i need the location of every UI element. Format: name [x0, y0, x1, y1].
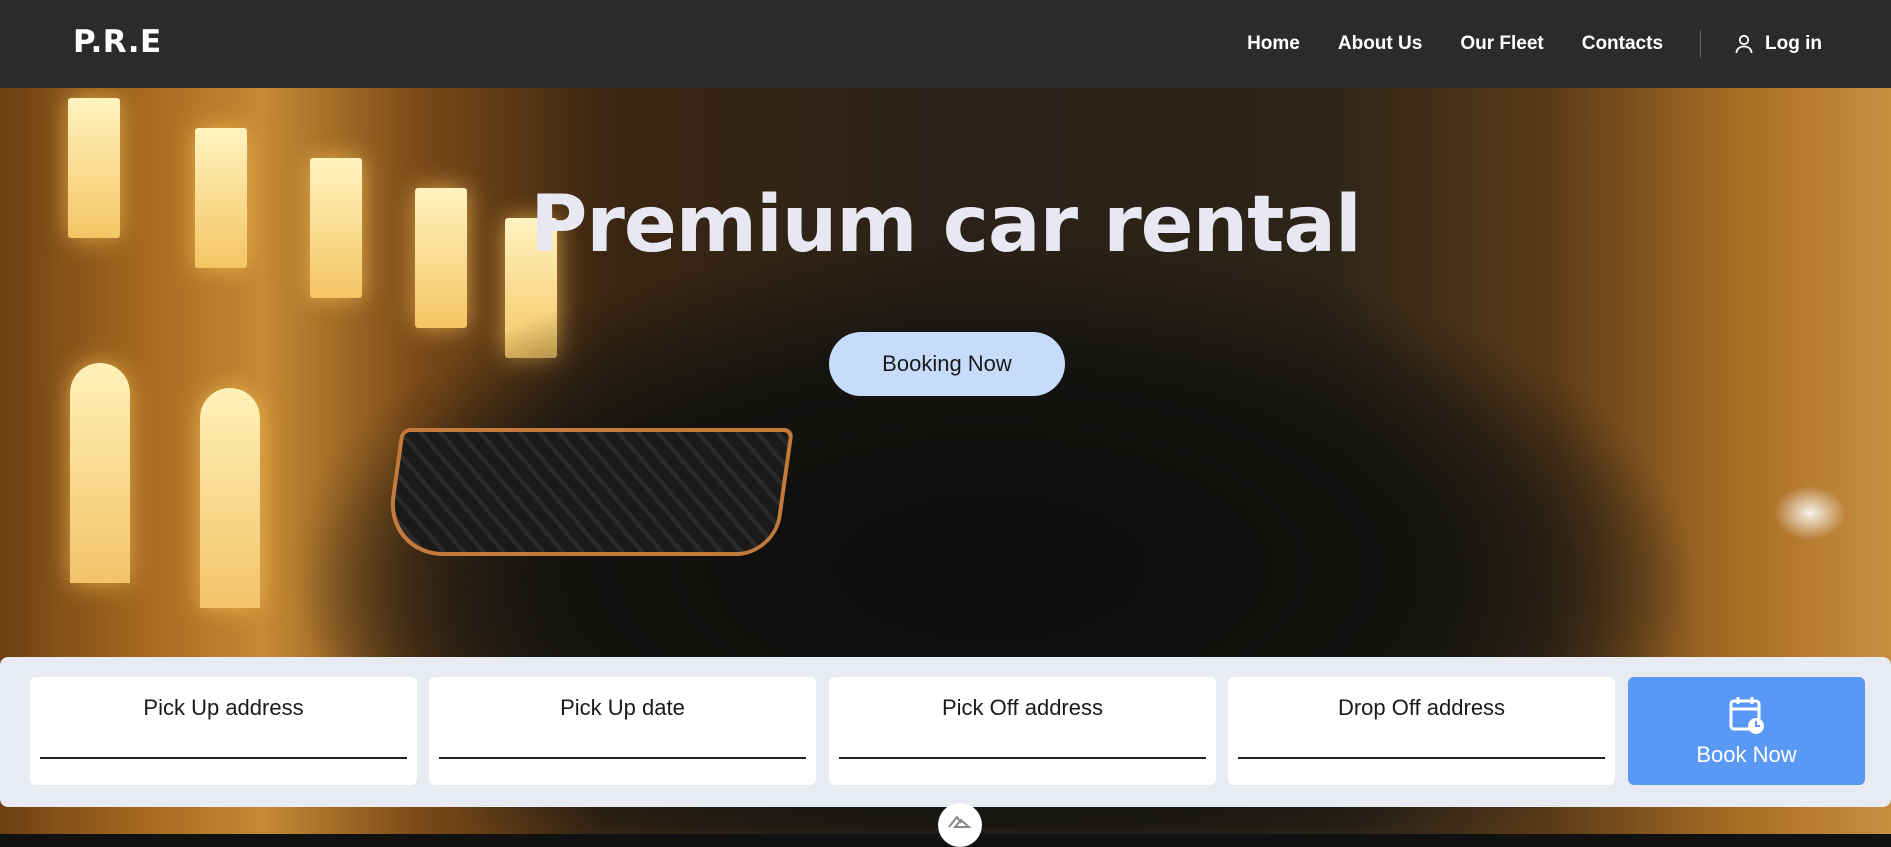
- nav-about-us[interactable]: About Us: [1338, 33, 1422, 55]
- car-grille-decoration: [383, 428, 794, 556]
- field-underline: [1238, 757, 1605, 759]
- nav-home[interactable]: Home: [1247, 33, 1300, 55]
- nav-divider: [1700, 30, 1702, 58]
- scroll-to-top-button[interactable]: [938, 803, 982, 847]
- book-now-button[interactable]: Book Now: [1628, 677, 1865, 785]
- booking-now-button[interactable]: Booking Now: [829, 332, 1065, 396]
- pickoff-address-label: Pick Off address: [942, 695, 1103, 720]
- pickup-address-field[interactable]: Pick Up address: [30, 677, 417, 785]
- pickup-date-label: Pick Up date: [560, 695, 685, 720]
- field-underline: [839, 757, 1206, 759]
- login-link[interactable]: Log in: [1735, 33, 1822, 55]
- user-icon: [1735, 34, 1753, 54]
- main-nav: Home About Us Our Fleet Contacts Log in: [1247, 0, 1822, 88]
- site-logo[interactable]: P.R.E: [73, 24, 162, 60]
- booking-bar: Pick Up address Pick Up date Pick Off ad…: [0, 657, 1891, 807]
- book-now-label: Book Now: [1696, 742, 1797, 767]
- pickoff-address-field[interactable]: Pick Off address: [829, 677, 1216, 785]
- calendar-clock-icon: [1728, 695, 1766, 735]
- pickup-address-label: Pick Up address: [143, 695, 304, 720]
- nav-our-fleet[interactable]: Our Fleet: [1460, 33, 1543, 55]
- field-underline: [439, 757, 806, 759]
- nav-contacts[interactable]: Contacts: [1582, 33, 1663, 55]
- login-label: Log in: [1765, 33, 1822, 54]
- field-underline: [40, 757, 407, 759]
- dropoff-address-label: Drop Off address: [1337, 695, 1506, 720]
- pickup-date-field[interactable]: Pick Up date: [429, 677, 816, 785]
- dropoff-address-field[interactable]: Drop Off address: [1228, 677, 1615, 785]
- site-header: P.R.E Home About Us Our Fleet Contacts L…: [0, 0, 1891, 88]
- hero-title: Premium car rental: [530, 180, 1362, 270]
- chevron-up-icon: [948, 815, 972, 828]
